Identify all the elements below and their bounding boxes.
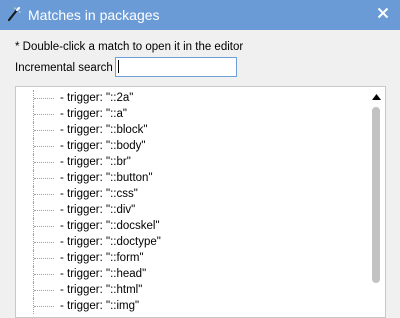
matches-list: - trigger: "::2a"- trigger: "::a"- trigg… xyxy=(16,90,366,314)
tree-connector-horizontal xyxy=(34,306,54,307)
match-label: - trigger: "::div" xyxy=(60,204,136,216)
tree-connector-horizontal xyxy=(34,290,54,291)
match-label: - trigger: "::br" xyxy=(60,156,131,168)
match-label: - trigger: "::docskel" xyxy=(60,220,160,232)
match-item[interactable]: - trigger: "::html" xyxy=(16,282,366,298)
vertical-scrollbar[interactable] xyxy=(368,87,385,317)
text-caret xyxy=(118,60,119,73)
window-title: Matches in packages xyxy=(28,7,160,23)
tree-connector-horizontal xyxy=(34,114,54,115)
scroll-up-button[interactable] xyxy=(368,87,385,104)
search-label: Incremental search xyxy=(15,62,113,74)
double-click-hint: * Double-click a match to open it in the… xyxy=(15,41,244,53)
tree-connector-horizontal xyxy=(34,130,54,131)
match-item[interactable]: - trigger: "::a" xyxy=(16,106,366,122)
match-label: - trigger: "::html" xyxy=(60,284,143,296)
wand-icon xyxy=(6,6,22,22)
match-item[interactable]: - trigger: "::2a" xyxy=(16,90,366,106)
match-item[interactable]: - trigger: "::div" xyxy=(16,202,366,218)
match-item[interactable]: - trigger: "::br" xyxy=(16,154,366,170)
tree-connector-horizontal xyxy=(34,274,54,275)
search-input[interactable] xyxy=(115,57,237,77)
match-item[interactable]: - trigger: "::block" xyxy=(16,122,366,138)
match-item[interactable]: - trigger: "::docskel" xyxy=(16,218,366,234)
close-button[interactable] xyxy=(372,4,394,26)
match-label: - trigger: "::button" xyxy=(60,172,153,184)
tree-connector-horizontal xyxy=(34,162,54,163)
match-label: - trigger: "::doctype" xyxy=(60,236,161,248)
match-item[interactable]: - trigger: "::css" xyxy=(16,186,366,202)
tree-connector-horizontal xyxy=(34,194,54,195)
tree-connector-horizontal xyxy=(34,242,54,243)
matches-window: Matches in packages * Double-click a mat… xyxy=(0,0,400,318)
tree-connector-horizontal xyxy=(34,258,54,259)
tree-connector-horizontal xyxy=(34,210,54,211)
tree-connector-horizontal xyxy=(34,98,54,99)
match-label: - trigger: "::a" xyxy=(60,108,127,120)
match-item[interactable]: - trigger: "::head" xyxy=(16,266,366,282)
match-label: - trigger: "::body" xyxy=(60,140,146,152)
tree-connector-horizontal xyxy=(34,146,54,147)
match-label: - trigger: "::form" xyxy=(60,252,144,264)
close-icon xyxy=(377,6,389,24)
match-item[interactable]: - trigger: "::img" xyxy=(16,298,366,314)
match-label: - trigger: "::block" xyxy=(60,124,148,136)
tree-connector-horizontal xyxy=(34,178,54,179)
match-item[interactable]: - trigger: "::button" xyxy=(16,170,366,186)
triangle-up-icon xyxy=(372,87,381,105)
title-bar[interactable]: Matches in packages xyxy=(0,0,400,30)
match-item[interactable]: - trigger: "::doctype" xyxy=(16,234,366,250)
match-item[interactable]: - trigger: "::form" xyxy=(16,250,366,266)
scroll-thumb[interactable] xyxy=(372,107,380,283)
match-label: - trigger: "::2a" xyxy=(60,92,134,104)
matches-tree[interactable]: - trigger: "::2a"- trigger: "::a"- trigg… xyxy=(15,86,386,318)
match-label: - trigger: "::img" xyxy=(60,300,140,312)
tree-connector-horizontal xyxy=(34,226,54,227)
match-label: - trigger: "::css" xyxy=(60,188,138,200)
match-label: - trigger: "::head" xyxy=(60,268,147,280)
match-item[interactable]: - trigger: "::body" xyxy=(16,138,366,154)
